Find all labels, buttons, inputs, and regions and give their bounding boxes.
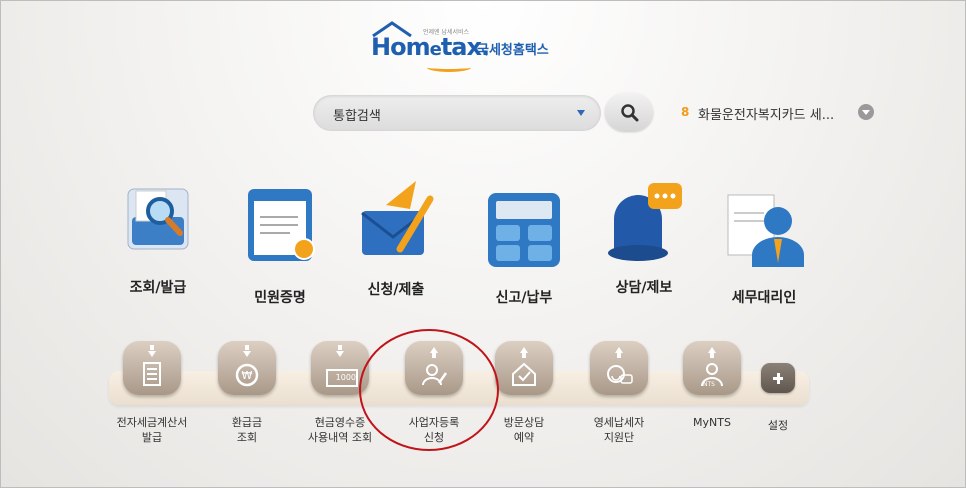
menu-civil-certificate[interactable]: 민원증명 [225,177,335,307]
download-arrow-icon [243,351,251,357]
search-button[interactable] [605,93,653,131]
banknote-icon: 1000 [326,369,358,387]
magnifier-icon [621,104,639,122]
envelope-pencil-icon [361,181,434,255]
invoice-icon [143,362,161,386]
quick-button[interactable] [590,341,648,395]
certificate-document-icon [248,189,315,261]
quick-label: MyNTS [693,416,731,429]
quick-label: 환급금 조회 [231,416,263,444]
menu-inquiry-issue[interactable]: 조회/발급 [103,177,213,307]
quick-button[interactable] [495,341,553,395]
search-select-label: 통합검색 [333,109,381,124]
download-arrow-icon [148,351,156,357]
download-arrow-icon [336,351,344,357]
logo-wordmark: Hometax. [371,33,490,61]
agent-person-icon [727,194,804,267]
quick-button[interactable]: NTS [683,341,741,395]
search-select[interactable]: 통합검색 [313,95,601,131]
won-coin-icon: ₩ [235,363,259,387]
calculator-icon [488,193,560,267]
logo-korean-name: 국세청홈택스 [477,43,549,58]
quick-label: 방문상담 예약 [503,416,545,444]
quick-label: 영세납세자 지원단 [593,416,645,444]
menu-label: 민원증명 [254,290,306,306]
house-check-icon [512,362,536,386]
hometax-logo[interactable]: 언제엔 납세서비스 Hometax. 국세청홈택스 [369,21,569,72]
chevron-down-icon[interactable] [858,104,874,120]
plus-icon[interactable] [761,363,795,393]
quick-label: 전자세금계산서 발급 [116,416,188,444]
menu-tax-agent[interactable]: 세무대리인 [709,177,819,307]
printer-magnifier-icon [127,188,189,250]
menu-consult-report[interactable]: 상담/제보 [589,177,699,307]
trending-keyword[interactable]: 화물운전자복지카드 세... [698,104,834,123]
quick-button[interactable] [123,341,181,395]
menu-label: 조회/발급 [129,280,187,296]
menu-label: 세무대리인 [731,290,797,306]
caret-down-icon[interactable] [577,110,585,116]
highlight-circle [359,329,499,451]
siren-chat-icon [608,183,682,261]
menu-report-payment[interactable]: 신고/납부 [469,177,579,307]
nts-badge: NTS [703,381,715,388]
svg-text:₩: ₩ [242,369,253,382]
menu-application-submit[interactable]: 신청/제출 [341,177,451,307]
logo-swoosh [427,63,471,72]
smile-chat-icon [607,365,633,384]
trending-rank-number: 8 [681,105,690,119]
menu-label: 상담/제보 [615,280,673,296]
quick-button[interactable]: ₩ [218,341,276,395]
settings-label[interactable]: 설정 [753,417,803,433]
menu-label: 신청/제출 [367,282,425,298]
menu-label: 신고/납부 [495,290,553,306]
